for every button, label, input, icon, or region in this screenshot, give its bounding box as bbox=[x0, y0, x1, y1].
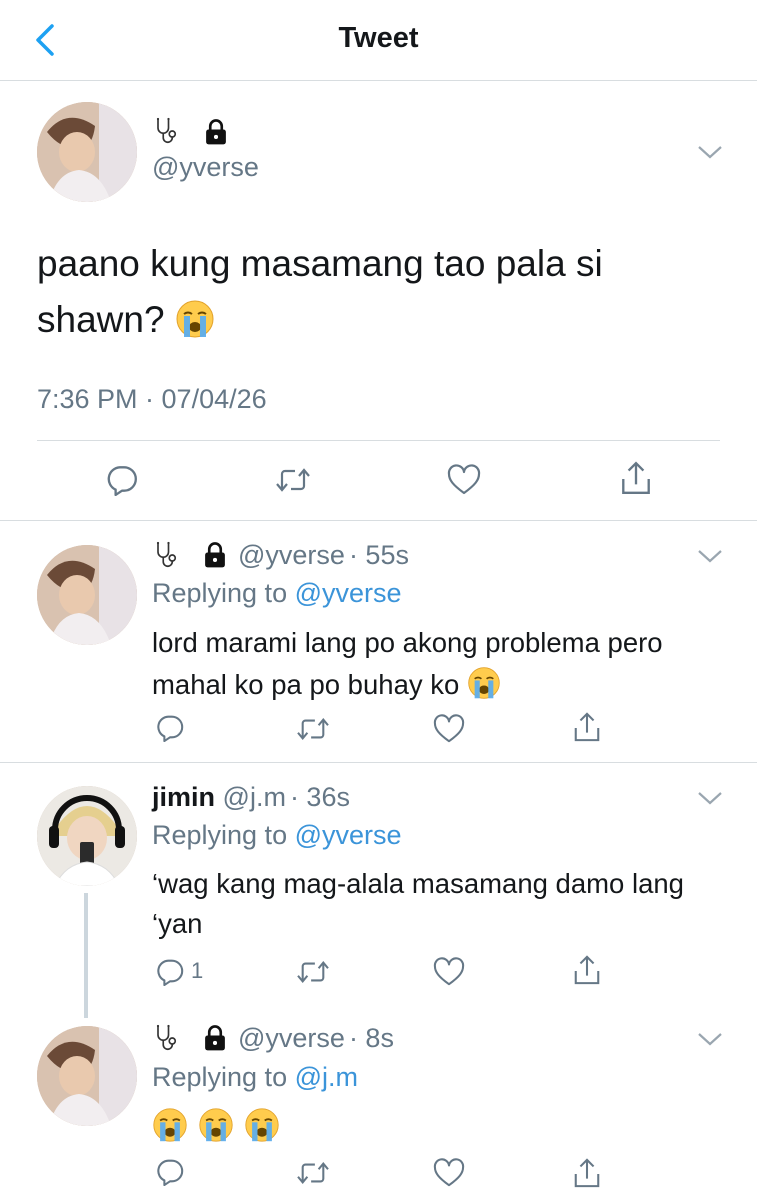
like-button[interactable] bbox=[433, 714, 465, 744]
like-button[interactable] bbox=[433, 1158, 465, 1188]
retweet-button[interactable] bbox=[274, 464, 312, 496]
reply-text: ‘wag kang mag-alala masamang damo lang ‘… bbox=[152, 868, 684, 939]
chevron-down-icon[interactable] bbox=[697, 1031, 723, 1047]
crying-emoji-icon bbox=[467, 666, 501, 712]
chevron-down-icon[interactable] bbox=[697, 790, 723, 806]
stethoscope-icon bbox=[152, 114, 182, 148]
thread-line bbox=[84, 893, 88, 1018]
lock-icon bbox=[202, 1024, 228, 1052]
replying-to-link[interactable]: @yverse bbox=[295, 820, 402, 850]
reply-button[interactable] bbox=[155, 1156, 185, 1186]
like-button[interactable] bbox=[446, 464, 482, 496]
lock-icon bbox=[202, 541, 228, 569]
reply-button[interactable] bbox=[105, 462, 139, 496]
reply-header: @yverse · 8s bbox=[152, 1021, 394, 1055]
share-button[interactable] bbox=[572, 1156, 602, 1190]
time: · 36s bbox=[289, 782, 350, 812]
reply-text bbox=[152, 1107, 280, 1148]
lock-icon bbox=[203, 118, 229, 146]
reply-text: lord marami lang po akong problema pero … bbox=[152, 622, 722, 712]
chevron-down-icon[interactable] bbox=[697, 548, 723, 564]
avatar[interactable] bbox=[37, 545, 137, 645]
crying-emoji-icon bbox=[175, 299, 215, 355]
replying-to-link[interactable]: @j.m bbox=[295, 1062, 358, 1092]
nav-bar: Tweet bbox=[0, 0, 757, 81]
retweet-button[interactable] bbox=[296, 1158, 330, 1188]
crying-emoji-icon bbox=[152, 1107, 188, 1148]
timestamp: 7:36 PM · 07/04/26 bbox=[37, 384, 267, 414]
crying-emoji-icon bbox=[244, 1107, 280, 1148]
retweet-button[interactable] bbox=[296, 714, 330, 744]
replying-to-link[interactable]: @yverse bbox=[295, 578, 402, 608]
stethoscope-icon bbox=[152, 1021, 182, 1055]
divider bbox=[0, 520, 757, 521]
time: · 55s bbox=[348, 539, 409, 570]
handle[interactable]: @yverse bbox=[152, 152, 259, 183]
replying-to-label: Replying to bbox=[152, 820, 288, 850]
tweet-text-content: paano kung masamang tao pala si shawn? bbox=[37, 243, 603, 340]
handle[interactable]: @yverse bbox=[238, 540, 345, 571]
reply-header: @yverse · 55s bbox=[152, 538, 409, 572]
replying-to: Replying to @yverse bbox=[152, 820, 402, 851]
avatar[interactable] bbox=[37, 102, 137, 202]
divider bbox=[37, 440, 720, 441]
reply-button[interactable] bbox=[155, 712, 185, 742]
reply-button[interactable]: 1 bbox=[155, 956, 203, 986]
display-name[interactable]: jimin bbox=[152, 782, 215, 812]
share-button[interactable] bbox=[619, 460, 653, 496]
page-title: Tweet bbox=[338, 22, 419, 54]
retweet-button[interactable] bbox=[296, 957, 330, 987]
crying-emoji-icon bbox=[198, 1107, 234, 1148]
avatar[interactable] bbox=[37, 1026, 137, 1126]
replying-to-label: Replying to bbox=[152, 578, 288, 608]
replying-to: Replying to @yverse bbox=[152, 578, 402, 609]
reply-text-content: lord marami lang po akong problema pero … bbox=[152, 627, 663, 700]
handle[interactable]: @j.m bbox=[223, 782, 286, 812]
share-button[interactable] bbox=[572, 953, 602, 987]
avatar[interactable] bbox=[37, 786, 137, 886]
reply-count: 1 bbox=[191, 958, 204, 983]
tweet-text: paano kung masamang tao pala si shawn? bbox=[37, 236, 727, 355]
divider bbox=[0, 762, 757, 763]
handle[interactable]: @yverse bbox=[238, 1023, 345, 1054]
stethoscope-icon bbox=[152, 538, 182, 572]
reply-header: jimin @j.m · 36s bbox=[152, 782, 350, 813]
replying-to-label: Replying to bbox=[152, 1062, 288, 1092]
like-button[interactable] bbox=[433, 957, 465, 987]
time: · 8s bbox=[348, 1022, 394, 1053]
share-button[interactable] bbox=[572, 710, 602, 744]
chevron-down-icon[interactable] bbox=[697, 144, 723, 160]
replying-to: Replying to @j.m bbox=[152, 1062, 358, 1093]
